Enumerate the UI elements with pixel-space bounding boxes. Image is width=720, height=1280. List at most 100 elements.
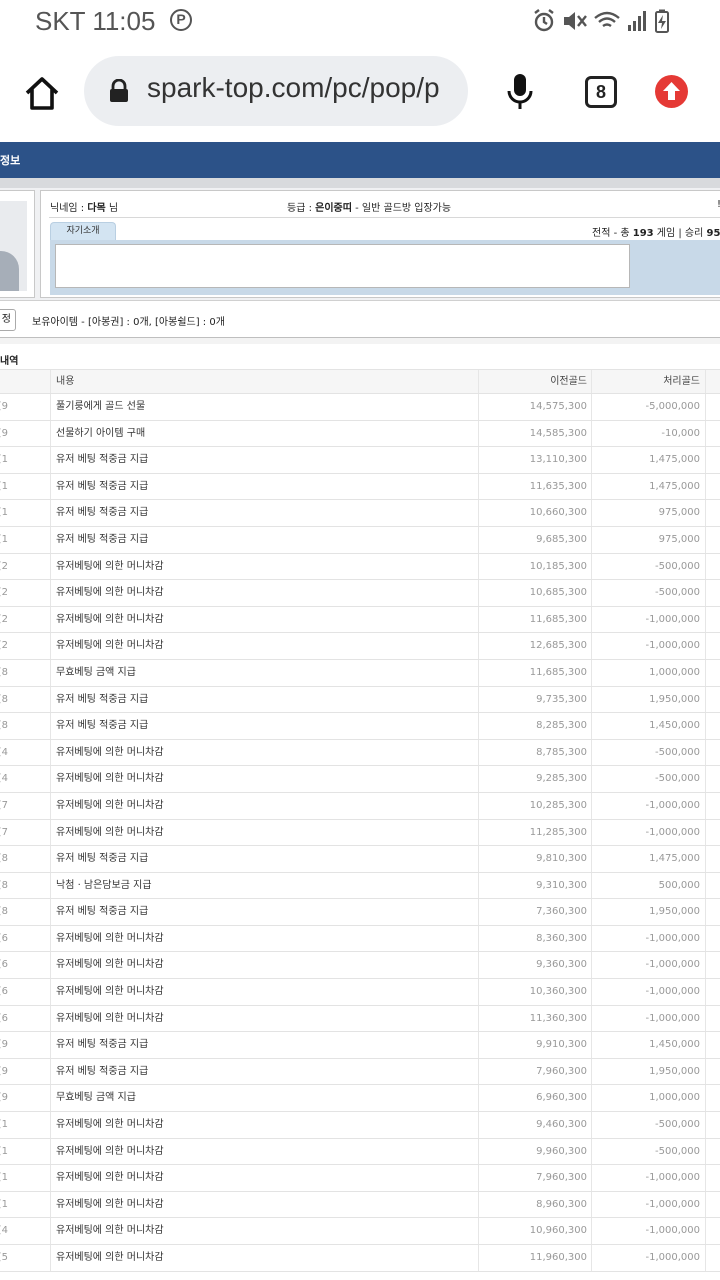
row-content: 유저 베팅 적중금 지급 (50, 846, 478, 872)
table-row: 6] 유저베팅에 의한 머니차감11,360,300-1,000,000 (0, 1005, 720, 1033)
tabs-icon[interactable]: 8 (585, 76, 617, 108)
row-proc-gold: -1,000,000 (591, 1191, 706, 1218)
alarm-icon (534, 9, 554, 32)
row-proc-gold: 500,000 (591, 872, 706, 899)
grade-note: - 일반 골드방 입장가능 (351, 203, 452, 214)
row-date: 5] (0, 1252, 8, 1263)
home-icon[interactable] (22, 74, 62, 114)
header-divider (0, 178, 720, 188)
row-proc-gold: 975,000 (591, 500, 706, 526)
row-date: 4] (0, 746, 8, 758)
row-prev-gold: 9,910,300 (478, 1032, 591, 1058)
table-row: 1] 유저 베팅 적중금 지급11,635,3001,475,000 (0, 473, 720, 501)
nickname-suffix: 님 (105, 203, 119, 214)
table-row: 6] 유저베팅에 의한 머니차감10,360,300-1,000,000 (0, 979, 720, 1006)
carrier-time: SKT 11:05 (35, 6, 156, 36)
row-proc-gold: -500,000 (591, 739, 706, 766)
row-date: 8] (0, 693, 8, 705)
settings-button[interactable]: 정 (0, 309, 16, 331)
row-content: 유저베팅에 의한 머니차감 (50, 1138, 478, 1165)
row-date: 1] (0, 454, 8, 466)
address-bar[interactable]: spark-top.com/pc/pop/p (84, 56, 468, 126)
row-prev-gold: 8,360,300 (478, 925, 591, 952)
row-content: 유저베팅에 의한 머니차감 (50, 553, 478, 580)
row-prev-gold: 9,810,300 (478, 846, 591, 872)
row-proc-gold: -1,000,000 (591, 1005, 706, 1032)
history-title: 내역 (0, 356, 19, 367)
row-content: 풀기룽에게 골드 선물 (50, 394, 478, 420)
url-text[interactable]: spark-top.com/pc/pop/p (147, 72, 440, 104)
mic-icon[interactable] (505, 72, 535, 116)
nickname-label: 닉네임 : (50, 203, 88, 214)
row-proc-gold: -1,000,000 (591, 925, 706, 952)
row-content: 유저베팅에 의한 머니차감 (50, 1005, 478, 1032)
row-content: 유저베팅에 의한 머니차감 (50, 739, 478, 766)
battery-icon (655, 9, 669, 33)
record-label: 전적 - 총 (592, 228, 633, 239)
row-content: 유저 베팅 적중금 지급 (50, 473, 478, 500)
table-row: 2] 유저베팅에 의한 머니차감11,685,300-1,000,000 (0, 606, 720, 634)
status-bar: SKT 11:05 P (0, 0, 720, 44)
row-prev-gold: 11,285,300 (478, 819, 591, 846)
row-prev-gold: 11,635,300 (478, 473, 591, 500)
tab-intro[interactable]: 자기소개 (50, 222, 116, 240)
row-content: 유저베팅에 의한 머니차감 (50, 925, 478, 952)
row-prev-gold: 8,785,300 (478, 739, 591, 766)
table-row: 9] 선물하기 아이템 구매14,585,300-10,000 (0, 420, 720, 448)
col-date-header (0, 370, 8, 393)
row-prev-gold: 10,960,300 (478, 1218, 591, 1244)
row-date: 7] (0, 826, 8, 838)
row-prev-gold: 9,285,300 (478, 766, 591, 792)
row-content: 유저베팅에 의한 머니차감 (50, 1191, 478, 1218)
table-row: 1] 유저 베팅 적중금 지급9,685,300975,000 (0, 526, 720, 554)
row-proc-gold: -1,000,000 (591, 1218, 706, 1244)
nickname-line: 닉네임 : 다목 님 (50, 199, 118, 214)
row-content: 무효베팅 금액 지급 (50, 1085, 478, 1112)
table-row: 8] 유저 베팅 적중금 지급9,810,3001,475,000 (0, 846, 720, 873)
update-arrow-icon[interactable] (655, 75, 688, 108)
row-prev-gold: 8,285,300 (478, 713, 591, 739)
row-prev-gold: 8,960,300 (478, 1191, 591, 1218)
row-content: 낙첨 · 남은담보금 지급 (50, 872, 478, 899)
row-content: 유저베팅에 의한 머니차감 (50, 606, 478, 633)
row-proc-gold: 975,000 (591, 526, 706, 553)
row-date: 2] (0, 587, 8, 599)
system-status-icons (534, 9, 669, 33)
row-proc-gold: 1,000,000 (591, 659, 706, 686)
table-row: 6] 유저베팅에 의한 머니차감8,360,300-1,000,000 (0, 925, 720, 953)
row-prev-gold: 12,685,300 (478, 633, 591, 659)
row-content: 선물하기 아이템 구매 (50, 420, 478, 447)
row-content: 유저 베팅 적중금 지급 (50, 1058, 478, 1085)
row-date: 8] (0, 720, 8, 732)
row-proc-gold: 1,475,000 (591, 447, 706, 473)
table-row: 9] 유저 베팅 적중금 지급7,960,3001,950,000 (0, 1058, 720, 1086)
lock-icon (108, 78, 130, 107)
row-content: 유저 베팅 적중금 지급 (50, 713, 478, 739)
row-proc-gold: -500,000 (591, 766, 706, 792)
section-gap (0, 338, 720, 344)
row-date: 7] (0, 799, 8, 811)
row-proc-gold: 1,950,000 (591, 899, 706, 925)
grade-value: 은이중띠 (315, 203, 352, 214)
col-prev-gold-header: 이전골드 (478, 370, 591, 393)
table-row: 8] 유저 베팅 적중금 지급7,360,3001,950,000 (0, 899, 720, 926)
row-proc-gold: -1,000,000 (591, 606, 706, 633)
row-content: 유저베팅에 의한 머니차감 (50, 633, 478, 659)
table-row: 9] 유저 베팅 적중금 지급9,910,3001,450,000 (0, 1032, 720, 1059)
row-prev-gold: 13,110,300 (478, 447, 591, 473)
row-prev-gold: 9,960,300 (478, 1138, 591, 1165)
row-prev-gold: 7,960,300 (478, 1058, 591, 1085)
row-prev-gold: 9,460,300 (478, 1112, 591, 1138)
row-date: 1] (0, 480, 8, 492)
row-proc-gold: -1,000,000 (591, 1245, 706, 1271)
row-proc-gold: 1,450,000 (591, 713, 706, 739)
intro-textarea[interactable] (55, 244, 630, 288)
web-content: 정보 닉네임 : 다목 님 등급 : 은이중띠 - 일반 골드방 입장가능 ! … (0, 140, 720, 1280)
row-prev-gold: 10,285,300 (478, 792, 591, 819)
table-body: 9] 풀기룽에게 골드 선물14,575,300-5,000,000 9] 선물하기 … (0, 394, 720, 1272)
row-content: 유저베팅에 의한 머니차감 (50, 819, 478, 846)
row-date: 1] (0, 533, 8, 545)
row-content: 무효베팅 금액 지급 (50, 659, 478, 686)
row-date: 2] (0, 640, 8, 652)
row-content: 유저 베팅 적중금 지급 (50, 526, 478, 553)
